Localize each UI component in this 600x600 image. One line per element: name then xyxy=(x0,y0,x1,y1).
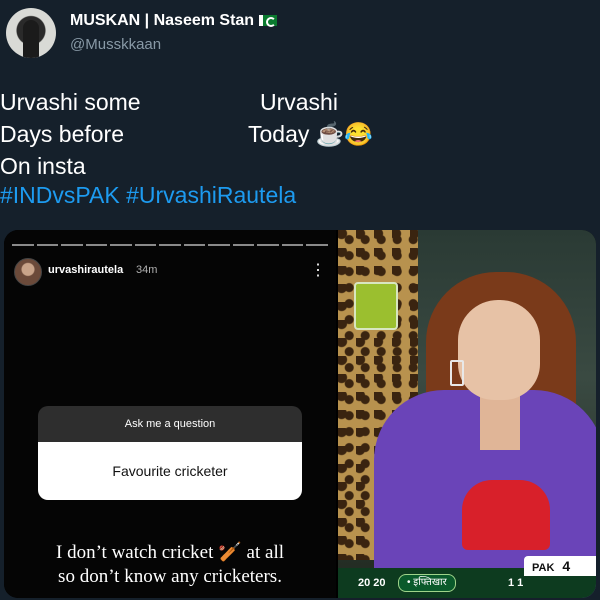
author-name[interactable]: MUSKAN | Naseem Stan xyxy=(70,12,278,30)
story-progress-bars xyxy=(12,244,328,246)
scoreboard-batter: • इफ्तिखार xyxy=(398,574,456,592)
instagram-story-screenshot: urvashirautela 34m ⋮ Ask me a question F… xyxy=(4,230,336,598)
story-caption-line-1: I don’t watch cricket 🏏 at all xyxy=(56,542,284,563)
drink-glass xyxy=(354,282,398,330)
tweet-left-line-1: Urvashi some xyxy=(0,89,141,115)
story-username: urvashirautela xyxy=(48,264,124,276)
more-vert-icon: ⋮ xyxy=(310,262,326,279)
person-face xyxy=(458,300,540,400)
question-sticker: Ask me a question Favourite cricketer xyxy=(38,406,302,500)
tweet-left-line-3: On insta xyxy=(0,153,86,179)
author-handle[interactable]: @Musskkaan xyxy=(70,36,161,53)
earring xyxy=(450,360,464,386)
author-avatar[interactable] xyxy=(6,8,56,58)
person-top xyxy=(462,480,550,550)
question-prompt: Ask me a question xyxy=(38,406,302,442)
tweet-left-line-2: Days before xyxy=(0,121,125,147)
story-avatar xyxy=(14,258,42,286)
scoreboard: PAK 4 20 20 • इफ्तिखार 1 1 xyxy=(338,556,596,598)
pakistan-flag-icon xyxy=(259,15,278,27)
story-time: 34m xyxy=(136,264,158,276)
story-caption-line-2: so don’t know any cricketers. xyxy=(58,566,282,587)
stadium-photo: PAK 4 20 20 • इफ्तिखार 1 1 xyxy=(338,230,596,598)
scoreboard-overs: 20 20 xyxy=(358,577,386,589)
tweet-media[interactable]: urvashirautela 34m ⋮ Ask me a question F… xyxy=(4,230,596,598)
tweet-text: Urvashi some Days before On insta Urvash… xyxy=(0,86,373,182)
tweet-right-line-2: Today ☕😂 xyxy=(248,121,374,147)
tweet-hashtags[interactable]: #INDvsPAK #UrvashiRautela xyxy=(0,182,296,209)
scoreboard-team: PAK 4 xyxy=(524,556,596,576)
tweet-right-line-1: Urvashi xyxy=(260,89,338,115)
scoreboard-batter-runs: 1 1 xyxy=(508,577,524,589)
question-answer: Favourite cricketer xyxy=(38,442,302,500)
